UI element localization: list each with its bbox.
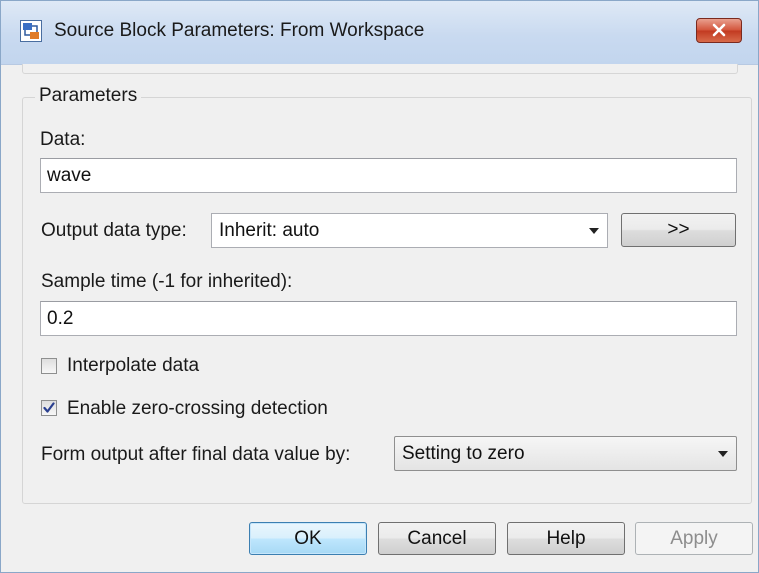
output-data-type-label: Output data type: xyxy=(41,220,187,241)
output-data-type-value: Inherit: auto xyxy=(219,219,320,241)
form-output-select[interactable]: Setting to zero xyxy=(394,436,737,471)
data-field[interactable] xyxy=(40,158,737,193)
chevron-down-icon xyxy=(718,450,728,457)
window-title: Source Block Parameters: From Workspace xyxy=(54,20,425,41)
form-output-label: Form output after final data value by: xyxy=(41,444,351,465)
data-type-assistant-button[interactable]: >> xyxy=(621,213,736,247)
interpolate-data-label[interactable]: Interpolate data xyxy=(67,355,199,377)
dialog-window: Source Block Parameters: From Workspace … xyxy=(0,0,759,573)
form-output-value: Setting to zero xyxy=(402,442,525,464)
title-bar[interactable]: Source Block Parameters: From Workspace xyxy=(1,1,758,65)
simulink-block-icon xyxy=(20,20,42,42)
chevron-down-icon xyxy=(589,227,599,234)
help-button[interactable]: Help xyxy=(507,522,625,555)
apply-button: Apply xyxy=(635,522,753,555)
zero-crossing-checkbox[interactable] xyxy=(41,400,57,416)
close-button[interactable] xyxy=(696,18,742,43)
check-icon xyxy=(43,402,55,413)
sample-time-label: Sample time (-1 for inherited): xyxy=(41,271,293,292)
close-icon xyxy=(712,23,726,37)
data-label: Data: xyxy=(40,129,86,150)
output-data-type-select[interactable]: Inherit: auto xyxy=(211,213,608,248)
zero-crossing-label[interactable]: Enable zero-crossing detection xyxy=(67,398,328,420)
ok-button[interactable]: OK xyxy=(249,522,367,555)
description-panel xyxy=(22,64,738,74)
interpolate-data-checkbox[interactable] xyxy=(41,358,57,374)
parameters-group-title: Parameters xyxy=(35,85,142,107)
sample-time-field[interactable] xyxy=(40,301,737,336)
cancel-button[interactable]: Cancel xyxy=(378,522,496,555)
